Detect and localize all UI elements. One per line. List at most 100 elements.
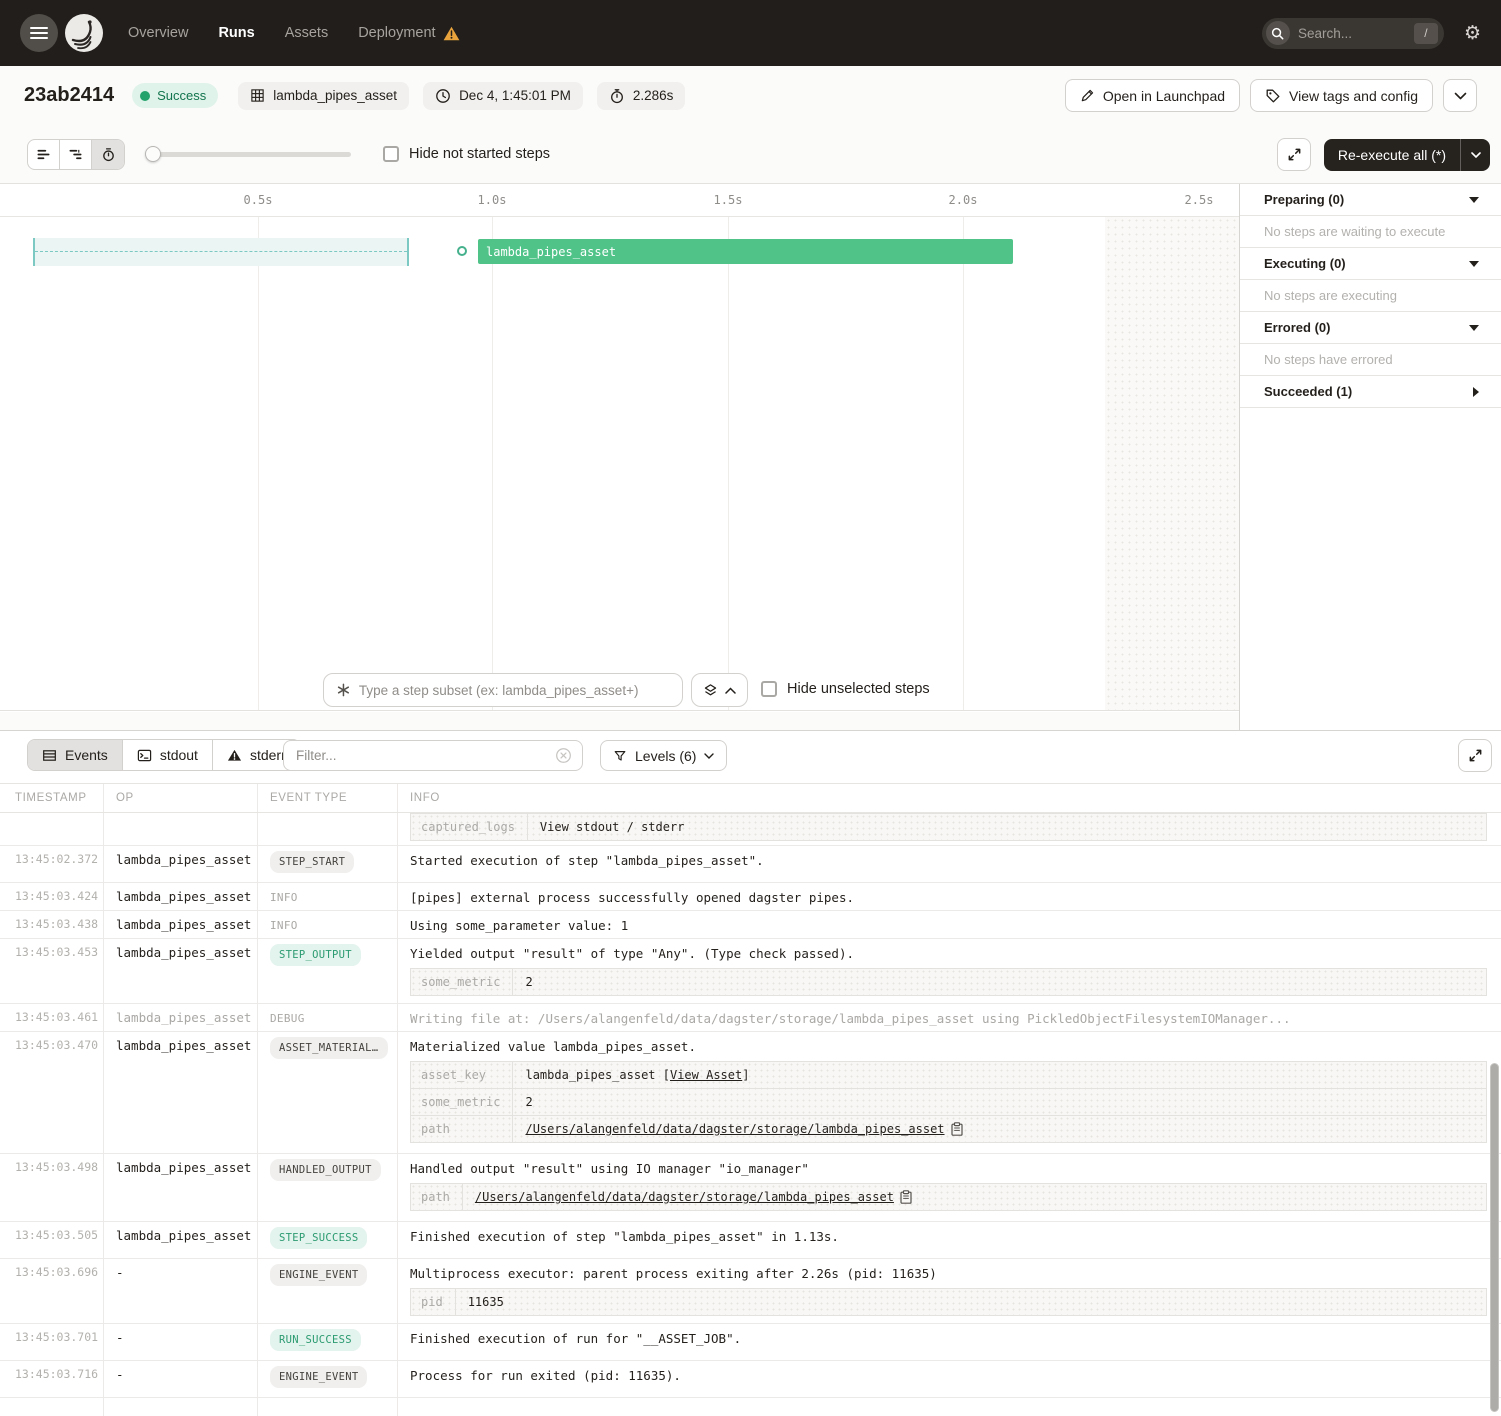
event-timestamp — [0, 813, 104, 845]
view-mode-waterfall-button[interactable] — [60, 140, 92, 169]
event-timestamp: 13:45:03.696 — [0, 1259, 104, 1323]
event-op: lambda_pipes_asset — [104, 883, 258, 910]
logs-filter-input[interactable] — [296, 748, 555, 763]
logs-tab-stdout[interactable]: stdout — [123, 740, 213, 770]
copy-clipboard-icon[interactable] — [951, 1122, 963, 1136]
nav-item-runs[interactable]: Runs — [218, 25, 254, 41]
gear-icon[interactable]: ⚙ — [1464, 24, 1481, 43]
nav-item-overview[interactable]: Overview — [128, 25, 188, 41]
sidebar-section-errored[interactable]: Errored (0) — [1240, 312, 1501, 344]
event-info-text: Finished execution of step "lambda_pipes… — [410, 1228, 1487, 1244]
search-box[interactable]: / — [1262, 18, 1444, 49]
logs-panel: Eventsstdoutstderr Levels (6) — [0, 730, 1501, 1416]
clear-filter-icon[interactable] — [555, 747, 572, 764]
event-info-text: Finished execution of run for "__ASSET_J… — [410, 1330, 1487, 1346]
logs-tab-events[interactable]: Events — [28, 740, 123, 770]
job-tag[interactable]: lambda_pipes_asset — [238, 82, 409, 110]
hamburger-menu-button[interactable] — [20, 14, 58, 52]
deployment-warning-icon — [443, 26, 460, 41]
hide-not-started-checkbox[interactable] — [383, 146, 399, 162]
metadata-link[interactable]: /Users/alangenfeld/data/dagster/storage/… — [525, 1122, 944, 1136]
metadata-key: captured_logs — [411, 814, 528, 841]
event-log-row[interactable]: 13:45:03.470lambda_pipes_assetASSET_MATE… — [0, 1032, 1501, 1154]
zoom-slider[interactable] — [145, 147, 351, 161]
column-header-timestamp: TIMESTAMP — [0, 784, 104, 812]
event-log-row[interactable]: 13:45:03.498lambda_pipes_assetHANDLED_OU… — [0, 1154, 1501, 1222]
levels-filter-button[interactable]: Levels (6) — [600, 740, 727, 771]
sidebar-section-executing[interactable]: Executing (0) — [1240, 248, 1501, 280]
event-log-row[interactable]: 13:45:03.701-RUN_SUCCESSFinished executi… — [0, 1324, 1501, 1361]
event-log-row[interactable]: 13:45:03.438lambda_pipes_assetINFOUsing … — [0, 911, 1501, 939]
nav-item-deployment[interactable]: Deployment — [358, 25, 459, 41]
nav-item-label: Deployment — [358, 25, 435, 41]
gantt-expand-button[interactable] — [1277, 138, 1311, 171]
event-type-badge: ENGINE_EVENT — [270, 1264, 367, 1286]
open-in-launchpad-button[interactable]: Open in Launchpad — [1065, 79, 1240, 112]
dagster-logo[interactable] — [64, 13, 104, 53]
metadata-value: 2 — [513, 969, 1487, 996]
sidebar-empty-message: No steps have errored — [1240, 344, 1501, 376]
event-log-row[interactable]: 13:45:03.505lambda_pipes_assetSTEP_SUCCE… — [0, 1222, 1501, 1259]
layers-icon — [703, 683, 718, 698]
search-input[interactable] — [1298, 26, 1398, 41]
sidebar-section-preparing[interactable]: Preparing (0) — [1240, 184, 1501, 216]
reexecute-all-button[interactable]: Re-execute all (*) — [1324, 139, 1490, 171]
event-metadata-table: pid11635 — [410, 1288, 1487, 1316]
hide-not-started-label: Hide not started steps — [409, 146, 550, 162]
event-timestamp: 13:45:03.498 — [0, 1154, 104, 1221]
step-subset-input[interactable] — [359, 683, 670, 698]
metadata-key: path — [411, 1116, 513, 1143]
timeline-tick-label: 0.5s — [244, 193, 273, 207]
logs-filter-box[interactable] — [283, 740, 583, 771]
reexecute-caret-button[interactable] — [1460, 139, 1490, 171]
funnel-icon — [613, 749, 627, 763]
logs-tab-group: Eventsstdoutstderr — [27, 739, 301, 771]
gantt-step-bar[interactable]: lambda_pipes_asset — [478, 239, 1013, 264]
view-asset-link[interactable]: View Asset — [670, 1068, 742, 1082]
metadata-link[interactable]: /Users/alangenfeld/data/dagster/storage/… — [475, 1190, 894, 1204]
event-op: - — [104, 1324, 258, 1360]
event-type-badge: HANDLED_OUTPUT — [270, 1159, 381, 1181]
event-info-cell: Multiprocess executor: parent process ex… — [398, 1259, 1501, 1323]
clock-icon — [435, 88, 451, 104]
sidebar-section-succeeded[interactable]: Succeeded (1) — [1240, 376, 1501, 408]
event-log-row[interactable]: 13:45:03.424lambda_pipes_assetINFO[pipes… — [0, 883, 1501, 911]
logs-scrollbar[interactable] — [1490, 1063, 1499, 1412]
event-timestamp: 13:45:03.438 — [0, 911, 104, 938]
event-log-row[interactable]: 13:45:03.453lambda_pipes_assetSTEP_OUTPU… — [0, 939, 1501, 1004]
event-op: lambda_pipes_asset — [104, 911, 258, 938]
sidebar-section-title: Errored (0) — [1264, 320, 1330, 335]
sidebar-empty-message: No steps are executing — [1240, 280, 1501, 312]
view-mode-timed-button[interactable] — [92, 140, 124, 169]
event-op: lambda_pipes_asset — [104, 1032, 258, 1153]
event-log-row[interactable]: 13:45:02.372lambda_pipes_assetSTEP_START… — [0, 846, 1501, 883]
view-mode-flat-button[interactable] — [28, 140, 60, 169]
slider-track — [145, 152, 351, 157]
event-log-row[interactable]: captured_logsView stdout / stderr — [0, 813, 1501, 846]
search-shortcut-key: / — [1414, 23, 1438, 44]
event-log-row[interactable]: 13:45:03.461lambda_pipes_assetDEBUGWriti… — [0, 1004, 1501, 1032]
metadata-key: some_metric — [411, 969, 513, 996]
view-tags-config-button[interactable]: View tags and config — [1250, 79, 1433, 112]
nav-item-label: Overview — [128, 25, 188, 41]
logs-expand-button[interactable] — [1458, 739, 1492, 772]
collapse-right-icon — [1473, 387, 1479, 397]
hide-unselected-checkbox[interactable] — [761, 681, 777, 697]
event-log-row[interactable]: 13:45:03.696-ENGINE_EVENTMultiprocess ex… — [0, 1259, 1501, 1324]
flat-view-icon — [36, 147, 51, 162]
step-subset-box[interactable] — [323, 673, 683, 707]
event-type-cell: INFO — [258, 883, 398, 910]
event-info-text: Using some_parameter value: 1 — [410, 917, 1487, 933]
graph-query-toggle-button[interactable] — [691, 673, 748, 707]
event-log-row[interactable]: 13:45:03.716-ENGINE_EVENTProcess for run… — [0, 1361, 1501, 1398]
column-header-op: OP — [104, 784, 258, 812]
column-header-event-type: EVENT TYPE — [258, 784, 398, 812]
copy-clipboard-icon[interactable] — [900, 1190, 912, 1204]
slider-handle[interactable] — [145, 146, 161, 162]
run-more-actions-button[interactable] — [1443, 79, 1477, 112]
success-dot-icon — [140, 91, 150, 101]
event-type-cell: RUN_SUCCESS — [258, 1324, 398, 1360]
event-info-text: Started execution of step "lambda_pipes_… — [410, 852, 1487, 868]
nav-item-assets[interactable]: Assets — [285, 25, 329, 41]
gantt-view-mode-group — [27, 139, 125, 170]
